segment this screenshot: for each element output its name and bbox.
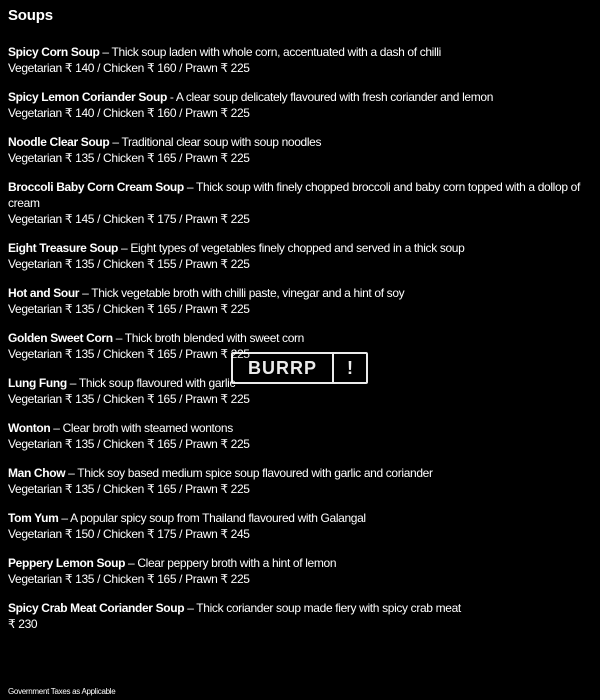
item-price: Vegetarian ₹ 135 / Chicken ₹ 165 / Prawn…: [8, 437, 250, 451]
menu-item: Broccoli Baby Corn Cream Soup – Thick so…: [8, 179, 596, 227]
item-price: Vegetarian ₹ 135 / Chicken ₹ 165 / Prawn…: [8, 151, 250, 165]
item-name: Man Chow: [8, 466, 66, 480]
item-description: – Thick coriander soup made fiery with s…: [184, 601, 461, 615]
item-description: – Clear broth with steamed wontons: [50, 421, 233, 435]
item-name: Broccoli Baby Corn Cream Soup: [8, 180, 184, 194]
item-price: Vegetarian ₹ 135 / Chicken ₹ 155 / Prawn…: [8, 257, 250, 271]
item-description: – Traditional clear soup with soup noodl…: [109, 135, 322, 149]
menu-item: Peppery Lemon Soup – Clear peppery broth…: [8, 555, 596, 587]
item-description: – A popular spicy soup from Thailand fla…: [58, 511, 366, 525]
menu-item: Noodle Clear Soup – Traditional clear so…: [8, 134, 596, 166]
item-name: Wonton: [8, 421, 51, 435]
item-name: Spicy Lemon Coriander Soup: [8, 90, 167, 104]
menu-item: Eight Treasure Soup – Eight types of veg…: [8, 240, 596, 272]
item-name: Golden Sweet Corn: [8, 331, 113, 345]
item-price: Vegetarian ₹ 135 / Chicken ₹ 165 / Prawn…: [8, 392, 250, 406]
item-name: Noodle Clear Soup: [8, 135, 110, 149]
item-description: - A clear soup delicately flavoured with…: [166, 90, 494, 104]
item-description: – Thick vegetable broth with chilli past…: [79, 286, 405, 300]
item-name: Spicy Corn Soup: [8, 45, 100, 59]
menu-item: Hot and Sour – Thick vegetable broth wit…: [8, 285, 596, 317]
watermark-brand-text: BURRP: [247, 357, 317, 378]
item-description: – Thick soup laden with whole corn, acce…: [99, 45, 441, 59]
item-price: Vegetarian ₹ 140 / Chicken ₹ 160 / Prawn…: [8, 61, 250, 75]
item-description: – Thick soy based medium spice soup flav…: [65, 466, 433, 480]
item-name: Peppery Lemon Soup: [8, 556, 126, 570]
menu-item: Man Chow – Thick soy based medium spice …: [8, 465, 596, 497]
item-price: ₹ 230: [8, 617, 38, 631]
menu-page: Soups Spicy Corn Soup – Thick soup laden…: [8, 6, 596, 645]
item-price: Vegetarian ₹ 145 / Chicken ₹ 175 / Prawn…: [8, 212, 250, 226]
menu-item: Tom Yum – A popular spicy soup from Thai…: [8, 510, 596, 542]
item-price: Vegetarian ₹ 135 / Chicken ₹ 165 / Prawn…: [8, 572, 250, 586]
item-name: Hot and Sour: [8, 286, 80, 300]
section-title: Soups: [8, 7, 53, 24]
burrp-watermark-logo: BURRP !: [231, 352, 368, 384]
item-price: Vegetarian ₹ 150 / Chicken ₹ 175 / Prawn…: [8, 527, 250, 541]
exclamation-icon: !: [332, 354, 366, 382]
item-name: Eight Treasure Soup: [8, 241, 119, 255]
menu-item: Wonton – Clear broth with steamed wonton…: [8, 420, 596, 452]
item-description: – Thick soup flavoured with garlic: [66, 376, 236, 390]
menu-item: Spicy Crab Meat Coriander Soup – Thick c…: [8, 600, 596, 632]
item-description: – Clear peppery broth with a hint of lem…: [125, 556, 337, 570]
item-price: Vegetarian ₹ 135 / Chicken ₹ 165 / Prawn…: [8, 482, 250, 496]
item-description: – Eight types of vegetables finely chopp…: [118, 241, 465, 255]
item-name: Tom Yum: [8, 511, 59, 525]
tax-note: Government Taxes as Applicable: [8, 687, 116, 696]
menu-item: Spicy Corn Soup – Thick soup laden with …: [8, 44, 596, 76]
item-description: – Thick broth blended with sweet corn: [112, 331, 305, 345]
item-price: Vegetarian ₹ 140 / Chicken ₹ 160 / Prawn…: [8, 106, 250, 120]
item-name: Lung Fung: [8, 376, 67, 390]
menu-item-list: Spicy Corn Soup – Thick soup laden with …: [8, 44, 596, 632]
item-name: Spicy Crab Meat Coriander Soup: [8, 601, 185, 615]
menu-item: Spicy Lemon Coriander Soup - A clear sou…: [8, 89, 596, 121]
item-price: Vegetarian ₹ 135 / Chicken ₹ 165 / Prawn…: [8, 302, 250, 316]
